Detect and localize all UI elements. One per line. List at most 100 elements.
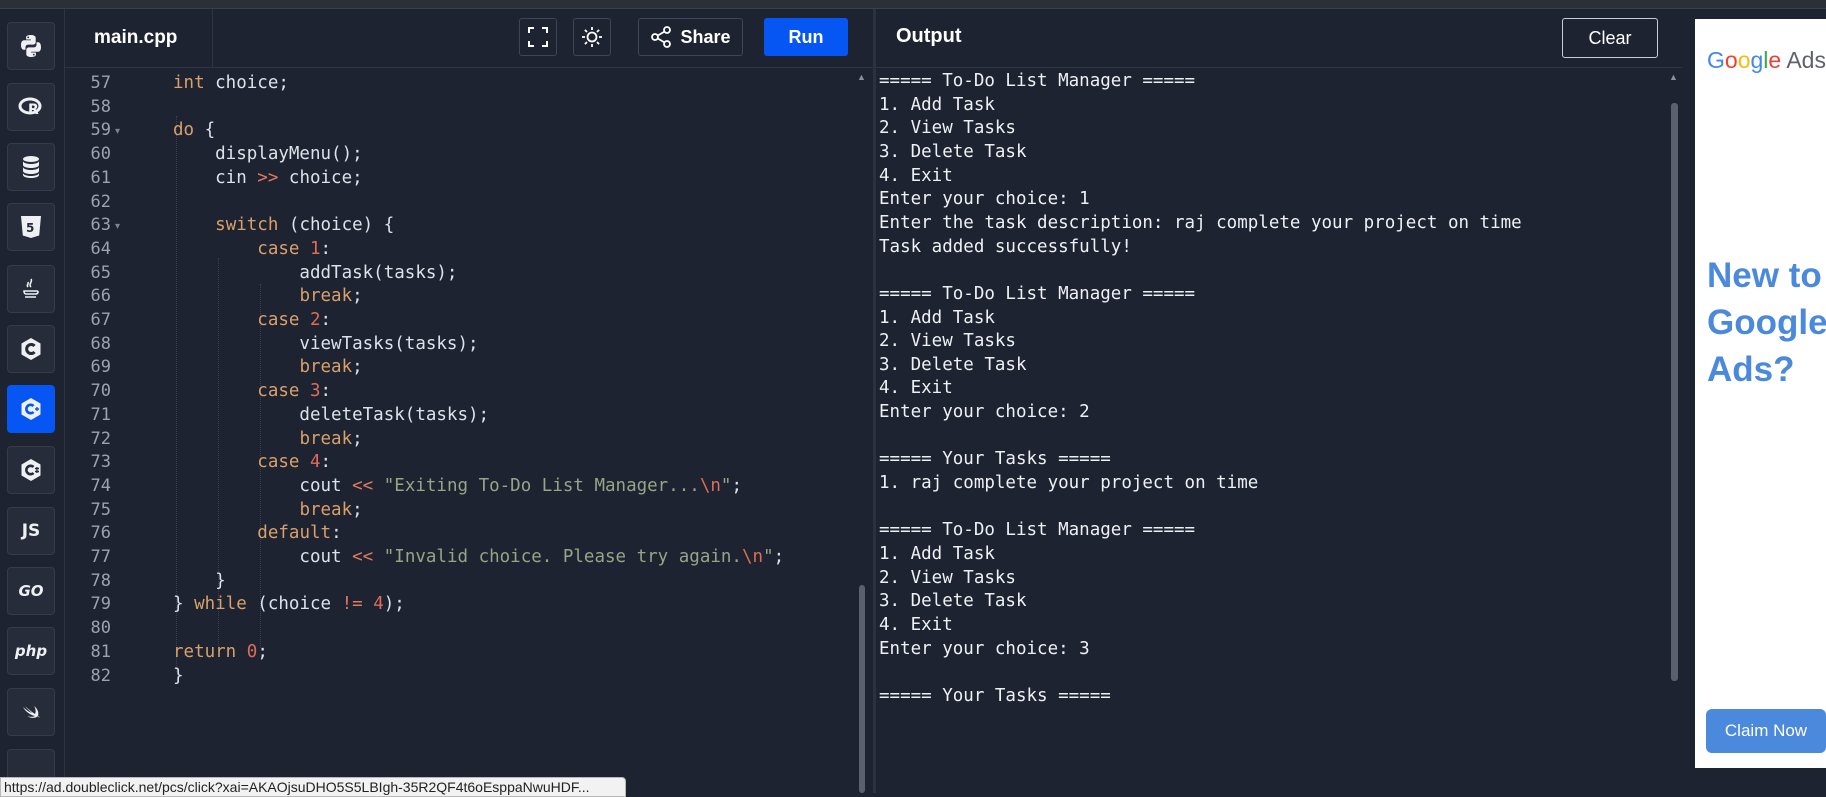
- line-number: 68: [90, 333, 111, 354]
- svg-text:R: R: [28, 102, 39, 118]
- r-icon[interactable]: R: [7, 83, 55, 131]
- code-line: case 2:: [257, 310, 332, 330]
- html5-icon[interactable]: 5: [7, 203, 55, 251]
- output-line: 1. Add Task: [879, 307, 995, 328]
- line-number: 62: [90, 191, 111, 212]
- php-icon[interactable]: php: [7, 627, 55, 675]
- output-line: 3. Delete Task: [879, 591, 1027, 612]
- output-title: Output: [896, 25, 962, 47]
- go-icon[interactable]: GO: [7, 567, 55, 615]
- fullscreen-icon: [528, 27, 548, 47]
- output-line: 2. View Tasks: [879, 567, 1016, 588]
- file-tab-label: main.cpp: [94, 27, 178, 48]
- code-line: return 0;: [173, 641, 268, 662]
- line-number: 71: [90, 404, 111, 425]
- code-line: displayMenu();: [173, 144, 363, 165]
- output-scrollbar[interactable]: [1671, 103, 1678, 681]
- line-number: 67: [90, 310, 111, 330]
- editor-scrollbar[interactable]: [859, 585, 865, 793]
- code-line: do {: [173, 120, 216, 141]
- code-line: }: [173, 665, 184, 686]
- code-line: cout << "Exiting To-Do List Manager...\n…: [173, 475, 742, 496]
- share-button[interactable]: Share: [638, 18, 743, 56]
- svg-text:5: 5: [26, 221, 34, 235]
- js-label: JS: [21, 521, 41, 541]
- run-label: Run: [788, 26, 824, 47]
- cpp-icon[interactable]: [7, 385, 55, 433]
- claim-now-button[interactable]: Claim Now: [1706, 709, 1826, 753]
- database-icon[interactable]: [7, 143, 55, 191]
- output-line: 3. Delete Task: [879, 354, 1027, 375]
- output-header: Output Clear: [876, 9, 1682, 68]
- google-ads-logo: Google Ads: [1707, 47, 1826, 73]
- output-console[interactable]: ===== To-Do List Manager ===== 1. Add Tas…: [876, 68, 1682, 793]
- code-line: switch (choice) {: [215, 215, 395, 236]
- line-number: 82: [90, 665, 111, 686]
- line-number: 69: [90, 357, 111, 378]
- code-line: cout << "Invalid choice. Please try agai…: [173, 547, 785, 567]
- output-line: Enter your choice: 3: [879, 638, 1090, 659]
- python-icon[interactable]: [7, 22, 55, 70]
- line-number: 63: [90, 215, 111, 236]
- code-line: }: [173, 570, 226, 591]
- code-line: default:: [257, 523, 342, 544]
- editor-header: main.cpp Share Run: [65, 9, 873, 68]
- code-line: addTask(tasks);: [173, 262, 458, 283]
- clear-label: Clear: [1588, 27, 1632, 48]
- code-line: case 4:: [257, 452, 332, 473]
- output-line: 1. Add Task: [879, 94, 995, 115]
- share-label: Share: [680, 26, 731, 47]
- js-icon[interactable]: JS: [7, 507, 55, 555]
- c-icon[interactable]: [7, 325, 55, 373]
- output-line: ===== To-Do List Manager =====: [879, 283, 1196, 304]
- fold-arrow-icon[interactable]: ▾: [115, 221, 120, 232]
- output-line: 2. View Tasks: [879, 331, 1016, 352]
- output-line: ===== To-Do List Manager =====: [879, 520, 1196, 541]
- file-tab-main-cpp[interactable]: main.cpp: [65, 9, 213, 67]
- status-bar-url: https://ad.doubleclick.net/pcs/click?xai…: [0, 777, 626, 797]
- line-number: 65: [90, 262, 111, 283]
- java-icon[interactable]: [7, 265, 55, 313]
- code-line: viewTasks(tasks);: [173, 333, 479, 354]
- line-number: 64: [90, 238, 111, 259]
- output-line: ===== Your Tasks =====: [879, 449, 1111, 470]
- theme-toggle-button[interactable]: [573, 18, 611, 56]
- line-number: 78: [90, 570, 111, 591]
- output-line: ===== To-Do List Manager =====: [879, 71, 1196, 91]
- fullscreen-button[interactable]: [519, 18, 557, 56]
- line-number: 77: [90, 547, 111, 567]
- line-number: 80: [90, 618, 111, 639]
- csharp-icon[interactable]: [7, 446, 55, 494]
- line-number: 60: [90, 144, 111, 165]
- output-line: 1. Add Task: [879, 544, 995, 564]
- code-line: deleteTask(tasks);: [173, 404, 490, 425]
- line-number: 81: [90, 641, 111, 662]
- run-button[interactable]: Run: [764, 18, 848, 56]
- fold-arrow-icon[interactable]: ▾: [115, 126, 120, 137]
- code-editor[interactable]: 57 int choice; 58 59 ▾ do {60 displayMenu(); 6…: [65, 68, 873, 793]
- line-number: 70: [90, 381, 111, 402]
- code-line: break;: [299, 499, 363, 520]
- line-number: 58: [90, 96, 111, 117]
- output-line: Task added successfully!: [879, 236, 1132, 257]
- claim-now-label: Claim Now: [1724, 721, 1808, 740]
- line-number: 73: [90, 452, 111, 473]
- browser-top-edge: [0, 0, 1826, 9]
- code-line: case 3:: [257, 381, 332, 402]
- output-line: Enter your choice: 1: [879, 189, 1090, 210]
- swift-icon[interactable]: [7, 688, 55, 736]
- output-line: 2. View Tasks: [879, 118, 1016, 139]
- code-line: case 1:: [257, 238, 332, 259]
- line-number: 59: [90, 120, 111, 141]
- line-number: 74: [90, 475, 111, 496]
- code-line: break;: [299, 357, 363, 378]
- code-line: break;: [299, 428, 363, 449]
- go-label: GO: [18, 582, 44, 600]
- clear-button[interactable]: Clear: [1562, 18, 1658, 58]
- editor-scroll-up-arrow[interactable]: ▲: [857, 72, 866, 82]
- line-number: 76: [90, 523, 111, 544]
- output-scroll-up-arrow[interactable]: ▲: [1669, 72, 1678, 82]
- google-ads-banner[interactable]: Google Ads New to Google Ads? Claim Now: [1695, 19, 1826, 768]
- ad-panel: Google Ads New to Google Ads? Claim Now: [1683, 9, 1826, 793]
- line-number: 75: [90, 499, 111, 520]
